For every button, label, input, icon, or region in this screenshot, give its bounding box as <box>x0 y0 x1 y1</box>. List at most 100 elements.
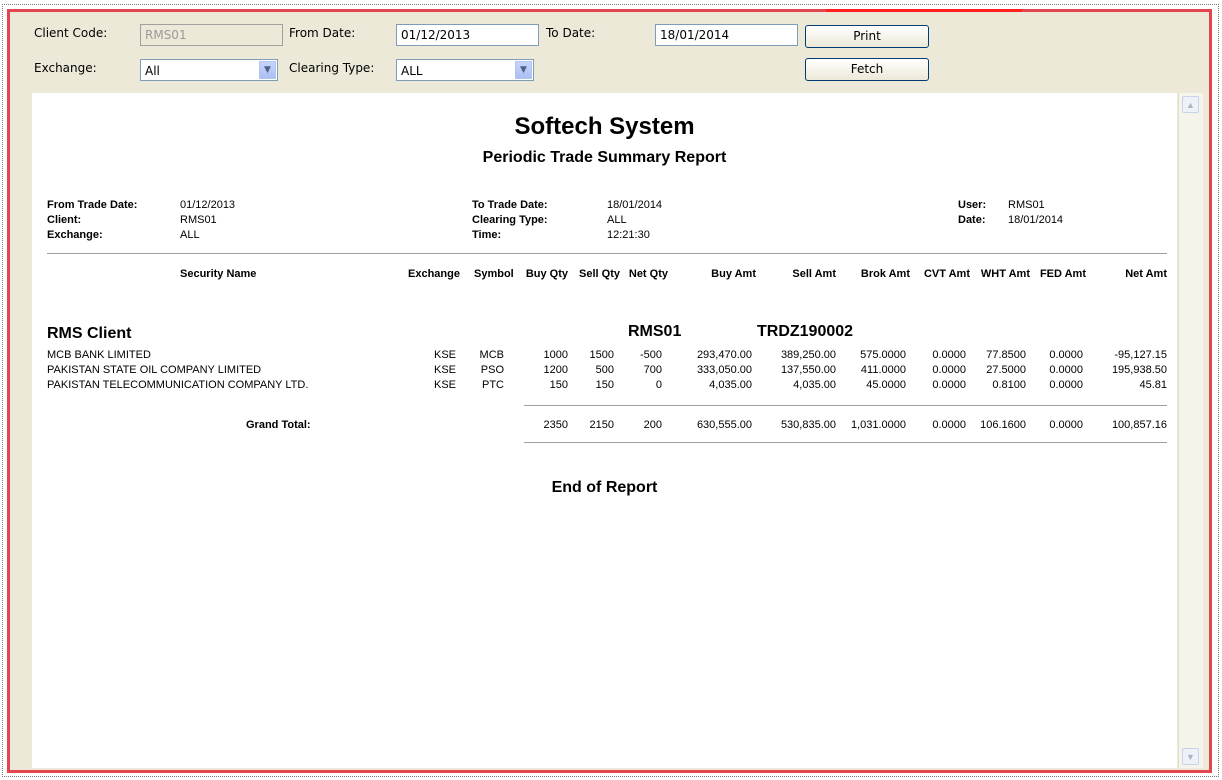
date-value: 18/01/2014 <box>1008 214 1064 226</box>
cell-symbol: PSO <box>480 364 504 376</box>
col-security-name: Security Name <box>180 268 257 280</box>
col-cvt-amt: CVT Amt <box>923 268 970 280</box>
cell-sell-amt: 137,550.00 <box>780 364 836 376</box>
from-date-field[interactable]: 01/12/2013 <box>396 24 539 46</box>
cell-exchange: KSE <box>433 364 456 376</box>
header-divider <box>47 253 1167 254</box>
clearing-type-select-value: ALL <box>401 64 423 78</box>
scroll-up-icon[interactable]: ▲ <box>1182 96 1199 113</box>
user-label: User: <box>958 199 987 211</box>
col-symbol: Symbol <box>474 268 514 280</box>
time-value: 12:21:30 <box>607 229 650 241</box>
to-trade-date-label: To Trade Date: <box>472 199 548 211</box>
clearing-type-select[interactable]: ALL ▼ <box>396 59 534 81</box>
grand-total-label: Grand Total: <box>246 419 311 431</box>
cell-buy-amt: 4,035.00 <box>709 379 752 391</box>
cell-net-qty: 0 <box>655 379 662 391</box>
cell-cvt-amt: 0.0000 <box>932 379 966 391</box>
meta-exchange-value: ALL <box>180 229 200 241</box>
group-ref: TRDZ190002 <box>757 323 854 340</box>
col-buy-amt: Buy Amt <box>711 268 756 280</box>
total-buy-amt: 630,555.00 <box>696 419 752 431</box>
cell-security-name: MCB BANK LIMITED <box>47 349 151 361</box>
cell-symbol: MCB <box>479 349 504 361</box>
total-cvt-amt: 0.0000 <box>932 419 966 431</box>
cell-brok-amt: 45.0000 <box>866 379 906 391</box>
cell-wht-amt: 0.8100 <box>992 379 1026 391</box>
clearing-type-label: Clearing Type: <box>289 61 375 75</box>
user-value: RMS01 <box>1008 199 1045 211</box>
time-label: Time: <box>472 229 502 241</box>
meta-exchange-label: Exchange: <box>47 229 103 241</box>
end-of-report: End of Report <box>551 479 658 496</box>
to-trade-date-value: 18/01/2014 <box>607 199 663 211</box>
to-date-field[interactable]: 18/01/2014 <box>655 24 798 46</box>
col-buy-qty: Buy Qty <box>525 268 568 280</box>
cell-cvt-amt: 0.0000 <box>932 349 966 361</box>
total-net-qty: 200 <box>643 419 662 431</box>
cell-buy-qty: 1000 <box>543 349 568 361</box>
total-sell-amt: 530,835.00 <box>780 419 836 431</box>
scroll-down-icon[interactable]: ▼ <box>1182 748 1199 765</box>
cell-security-name: PAKISTAN TELECOMMUNICATION COMPANY LTD. <box>47 379 309 391</box>
exchange-select[interactable]: All ▼ <box>140 59 278 81</box>
report-subtitle: Periodic Trade Summary Report <box>482 149 727 166</box>
cell-sell-amt: 4,035.00 <box>793 379 836 391</box>
cell-cvt-amt: 0.0000 <box>932 364 966 376</box>
cell-fed-amt: 0.0000 <box>1049 379 1083 391</box>
col-exchange: Exchange <box>408 268 460 280</box>
cell-sell-amt: 389,250.00 <box>780 349 836 361</box>
cell-net-amt: 45.81 <box>1139 379 1167 391</box>
report-title: Softech System <box>514 113 695 140</box>
total-sell-qty: 2150 <box>589 419 614 431</box>
col-fed-amt: FED Amt <box>1039 268 1086 280</box>
client-code-field[interactable]: RMS01 <box>140 24 283 46</box>
group-code: RMS01 <box>628 323 682 340</box>
client-label: Client: <box>47 214 82 226</box>
col-net-amt: Net Amt <box>1125 268 1167 280</box>
from-date-label: From Date: <box>289 26 356 40</box>
chevron-down-icon[interactable]: ▼ <box>515 61 532 79</box>
vertical-scrollbar[interactable]: ▲ ▼ <box>1178 93 1203 768</box>
col-wht-amt: WHT Amt <box>980 268 1030 280</box>
col-sell-amt: Sell Amt <box>792 268 836 280</box>
total-divider-bottom <box>524 442 1167 443</box>
client-value: RMS01 <box>180 214 217 226</box>
date-label: Date: <box>958 214 986 226</box>
print-button[interactable]: Print <box>805 25 929 48</box>
cell-buy-qty: 150 <box>549 379 568 391</box>
cell-net-amt: 195,938.50 <box>1111 364 1167 376</box>
cell-exchange: KSE <box>433 349 456 361</box>
cell-buy-amt: 333,050.00 <box>696 364 752 376</box>
total-buy-qty: 2350 <box>543 419 568 431</box>
chevron-down-icon[interactable]: ▼ <box>259 61 276 79</box>
window-accent <box>826 9 1022 12</box>
total-divider-top <box>524 405 1167 406</box>
report-viewer: Softech System Periodic Trade Summary Re… <box>32 93 1177 768</box>
cell-net-qty: -500 <box>639 349 662 361</box>
client-code-label: Client Code: <box>34 26 108 40</box>
cell-fed-amt: 0.0000 <box>1049 364 1083 376</box>
exchange-label: Exchange: <box>34 61 97 75</box>
to-date-label: To Date: <box>546 26 596 40</box>
cell-sell-qty: 150 <box>595 379 614 391</box>
cell-net-amt: -95,127.15 <box>1114 349 1167 361</box>
group-name: RMS Client <box>47 325 132 342</box>
col-net-qty: Net Qty <box>628 268 668 280</box>
cell-symbol: PTC <box>482 379 504 391</box>
col-sell-qty: Sell Qty <box>579 268 620 280</box>
total-wht-amt: 106.1600 <box>980 419 1026 431</box>
total-fed-amt: 0.0000 <box>1049 419 1083 431</box>
cell-buy-amt: 293,470.00 <box>696 349 752 361</box>
col-brok-amt: Brok Amt <box>860 268 910 280</box>
cell-sell-qty: 1500 <box>589 349 614 361</box>
from-trade-date-value: 01/12/2013 <box>180 199 236 211</box>
fetch-button[interactable]: Fetch <box>805 58 929 81</box>
total-brok-amt: 1,031.0000 <box>850 419 906 431</box>
cell-wht-amt: 27.5000 <box>986 364 1026 376</box>
cell-sell-qty: 500 <box>595 364 614 376</box>
exchange-select-value: All <box>145 64 160 78</box>
cell-brok-amt: 575.0000 <box>860 349 906 361</box>
cell-buy-qty: 1200 <box>543 364 568 376</box>
cell-wht-amt: 77.8500 <box>986 349 1026 361</box>
